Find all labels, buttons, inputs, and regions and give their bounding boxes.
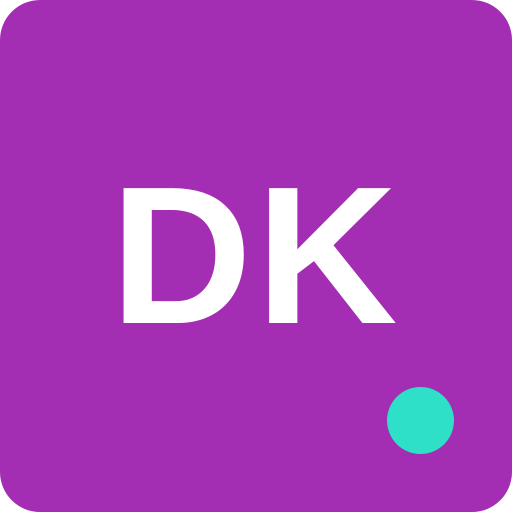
avatar[interactable]: DK — [0, 0, 512, 512]
online-status-dot-icon — [387, 387, 454, 454]
